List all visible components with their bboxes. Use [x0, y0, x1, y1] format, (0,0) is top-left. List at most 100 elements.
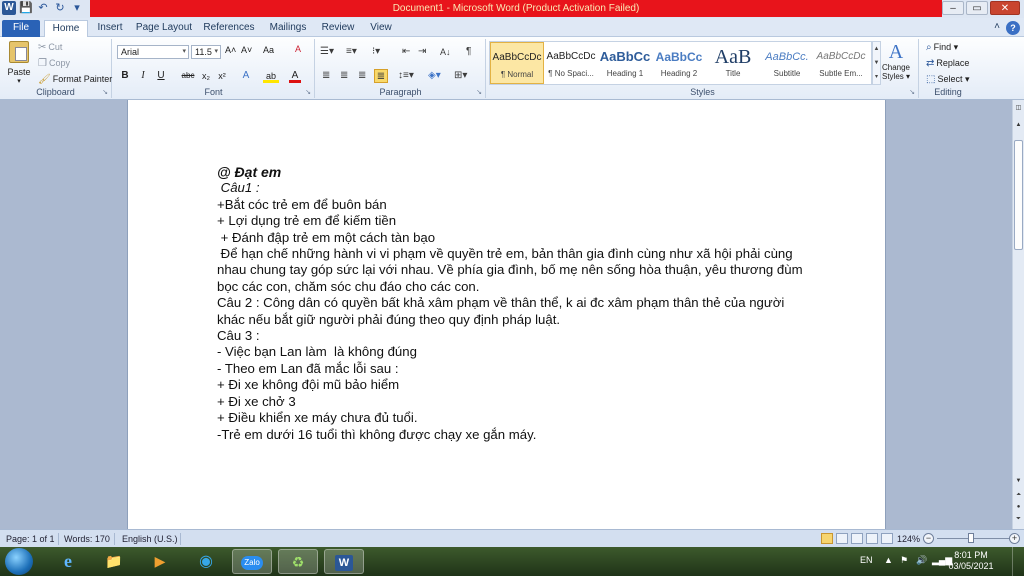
superscript-button[interactable]: x² — [215, 69, 229, 83]
taskbar-clock[interactable]: 8:01 PM 03/05/2021 — [946, 550, 996, 572]
outline-view-icon[interactable] — [866, 533, 878, 544]
zoom-in-button[interactable]: + — [1009, 533, 1020, 544]
zoom-level[interactable]: 124% — [897, 534, 920, 544]
previous-page-icon[interactable]: ⏶ — [1013, 492, 1024, 499]
scroll-up-arrow-icon[interactable]: ▲ — [1013, 122, 1024, 128]
scroll-up-icon[interactable]: ▲ — [873, 42, 880, 56]
change-case-button[interactable]: Aa — [263, 45, 274, 55]
styles-gallery-scroll[interactable]: ▲ ▼ ▾ — [872, 41, 881, 85]
shading-icon[interactable]: ◈▾ — [428, 69, 441, 83]
font-launcher-icon[interactable]: ↘ — [305, 88, 311, 96]
tab-insert[interactable]: Insert — [92, 20, 128, 37]
tray-expand-icon[interactable]: ▲ — [884, 555, 893, 565]
clear-formatting-icon[interactable]: A — [295, 44, 301, 54]
sort-icon[interactable]: A↓ — [440, 45, 451, 59]
recycle-app-icon[interactable]: ♻ — [278, 549, 318, 574]
style-heading-1[interactable]: AaBbCc Heading 1 — [598, 42, 652, 84]
font-size-box[interactable]: 11.5 ▾ — [191, 45, 221, 59]
edge-browser-icon[interactable]: ◉ — [186, 549, 226, 574]
full-screen-reading-icon[interactable] — [836, 533, 848, 544]
increase-indent-icon[interactable]: ⇥ — [418, 45, 426, 59]
zalo-app-icon[interactable]: Zalo — [232, 549, 272, 574]
align-left-icon[interactable]: ≣ — [322, 69, 330, 83]
draft-view-icon[interactable] — [881, 533, 893, 544]
file-explorer-icon[interactable]: 📁 — [94, 549, 134, 574]
internet-explorer-icon[interactable]: e — [48, 549, 88, 574]
scroll-thumb[interactable] — [1014, 140, 1023, 250]
style-normal[interactable]: AaBbCcDc ¶ Normal — [490, 42, 544, 84]
align-right-icon[interactable]: ≣ — [358, 69, 366, 83]
style-subtle-emphasis[interactable]: AaBbCcDc Subtle Em... — [814, 42, 868, 84]
media-player-icon[interactable]: ▶ — [140, 549, 180, 574]
multilevel-list-icon[interactable]: ⁝▾ — [372, 45, 380, 59]
page-count[interactable]: Page: 1 of 1 — [6, 534, 55, 544]
document-page[interactable]: @ Đạt em Câu1 : +Bắt cóc trẻ em để buôn … — [127, 100, 886, 529]
close-button[interactable]: ✕ — [990, 1, 1020, 15]
cut-button[interactable]: ✂ Cut — [38, 42, 62, 53]
tab-home[interactable]: Home — [44, 20, 88, 37]
subscript-button[interactable]: x₂ — [199, 69, 213, 83]
tab-file[interactable]: File — [2, 20, 40, 37]
scroll-down-arrow-icon[interactable]: ▼ — [1013, 478, 1024, 484]
redo-icon[interactable]: ↻ — [53, 1, 67, 15]
align-center-icon[interactable]: ≣ — [340, 69, 348, 83]
change-styles-button[interactable]: A Change Styles ▾ — [877, 41, 915, 81]
strikethrough-button[interactable]: abc — [179, 69, 197, 83]
web-layout-icon[interactable] — [851, 533, 863, 544]
borders-icon[interactable]: ⊞▾ — [454, 69, 467, 83]
customize-qat-icon[interactable]: ▾ — [70, 1, 84, 15]
highlight-button[interactable]: ab — [263, 69, 279, 83]
numbering-icon[interactable]: ≡▾ — [346, 45, 357, 59]
ruler-toggle-icon[interactable]: ◫ — [1013, 104, 1024, 111]
italic-button[interactable]: I — [137, 69, 149, 83]
select-button[interactable]: ⬚ Select ▾ — [926, 74, 970, 85]
line-spacing-icon[interactable]: ↕≡▾ — [398, 69, 414, 83]
volume-icon[interactable]: 🔊 — [916, 555, 927, 566]
tab-view[interactable]: View — [364, 20, 398, 37]
replace-button[interactable]: ⇄ Replace — [926, 58, 969, 69]
clipboard-launcher-icon[interactable]: ↘ — [102, 88, 108, 96]
minimize-ribbon-icon[interactable]: ˄ — [994, 21, 1000, 32]
word-logo-icon[interactable]: W — [2, 1, 16, 15]
show-formatting-icon[interactable]: ¶ — [466, 45, 471, 59]
paste-button[interactable]: Paste ▾ — [6, 41, 32, 85]
language-indicator[interactable]: English (U.S.) — [122, 534, 178, 544]
action-center-icon[interactable]: ⚑ — [900, 555, 908, 566]
browse-object-icon[interactable]: ● — [1013, 504, 1024, 510]
styles-launcher-icon[interactable]: ↘ — [909, 88, 915, 96]
shrink-font-button[interactable]: A˅ — [241, 45, 252, 55]
zoom-out-button[interactable]: − — [923, 533, 934, 544]
style-no-spacing[interactable]: AaBbCcDc ¶ No Spaci... — [544, 42, 598, 84]
document-body[interactable]: @ Đạt em Câu1 : +Bắt cóc trẻ em để buôn … — [217, 164, 807, 443]
style-subtitle[interactable]: AaBbCc. Subtitle — [760, 42, 814, 84]
tab-review[interactable]: Review — [318, 20, 358, 37]
vertical-scrollbar[interactable]: ◫ ▲ ▼ ⏶ ● ⏷ — [1012, 100, 1024, 529]
text-effects-button[interactable]: A — [239, 69, 253, 83]
decrease-indent-icon[interactable]: ⇤ — [402, 45, 410, 59]
tab-mailings[interactable]: Mailings — [264, 20, 312, 37]
style-heading-2[interactable]: AaBbCc Heading 2 — [652, 42, 706, 84]
justify-icon[interactable]: ≣ — [374, 69, 388, 83]
font-name-box[interactable]: Arial ▾ — [117, 45, 189, 59]
font-color-button[interactable]: A — [289, 69, 301, 83]
show-desktop-button[interactable] — [1012, 547, 1024, 576]
print-layout-view-icon[interactable] — [821, 533, 833, 544]
gallery-more-icon[interactable]: ▾ — [873, 70, 880, 84]
underline-button[interactable]: U — [155, 69, 167, 83]
paragraph-launcher-icon[interactable]: ↘ — [476, 88, 482, 96]
format-painter-button[interactable]: 🖌 Format Painter — [38, 74, 112, 85]
style-title[interactable]: AaB Title — [706, 42, 760, 84]
help-icon[interactable]: ? — [1006, 21, 1020, 35]
grow-font-button[interactable]: A˄ — [225, 45, 236, 55]
minimize-button[interactable]: – — [942, 1, 964, 15]
word-taskbar-icon[interactable]: W — [324, 549, 364, 574]
start-button[interactable] — [5, 548, 33, 575]
scroll-down-icon[interactable]: ▼ — [873, 56, 880, 70]
zoom-slider-thumb[interactable] — [968, 533, 974, 543]
undo-icon[interactable]: ↶ — [36, 1, 50, 15]
word-count[interactable]: Words: 170 — [64, 534, 110, 544]
next-page-icon[interactable]: ⏷ — [1013, 516, 1024, 523]
copy-button[interactable]: ❐ Copy — [38, 58, 70, 69]
bullets-icon[interactable]: ☰▾ — [320, 45, 334, 59]
tab-page-layout[interactable]: Page Layout — [134, 20, 194, 37]
